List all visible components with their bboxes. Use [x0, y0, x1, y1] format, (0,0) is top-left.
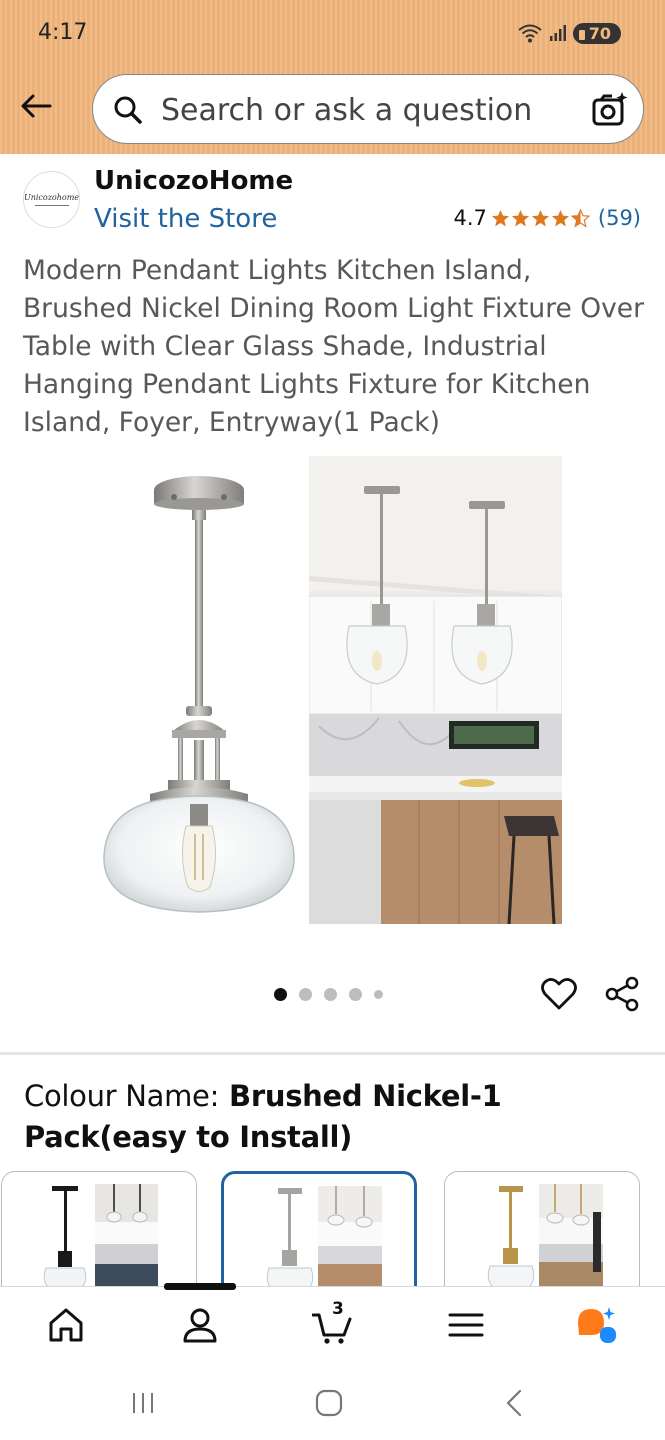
store-name[interactable]: UnicozoHome [94, 166, 293, 196]
battery-indicator: 70 [572, 22, 621, 44]
colour-swatch-black[interactable] [1, 1171, 197, 1287]
visit-store-link[interactable]: Visit the Store [94, 204, 277, 234]
store-logo-text: Unicozohome [23, 193, 80, 202]
app-header: 4:17 70 Search or ask a question [0, 0, 665, 154]
image-carousel-indicator[interactable] [274, 988, 383, 1001]
share-icon[interactable] [604, 976, 640, 1012]
colour-swatch-brushed-nickel[interactable] [221, 1171, 417, 1287]
rufus-ai-icon[interactable] [576, 1305, 616, 1345]
colour-variation-heading: Colour Name: Brushed Nickel-1 Pack(easy t… [24, 1076, 649, 1158]
search-bar[interactable]: Search or ask a question [92, 74, 644, 144]
back-arrow-icon[interactable] [18, 88, 54, 124]
section-divider [0, 1052, 665, 1055]
star-icon [551, 209, 569, 226]
home-icon[interactable] [46, 1305, 86, 1345]
half-star-icon [570, 208, 590, 228]
rating-count[interactable]: (59) [598, 206, 641, 230]
carousel-dot-active[interactable] [274, 988, 287, 1001]
star-icon [491, 209, 509, 226]
cart-count-badge: 3 [332, 1299, 344, 1319]
colour-label: Colour Name: [24, 1079, 220, 1113]
swatch-image-brass [487, 1184, 603, 1287]
product-title: Modern Pendant Lights Kitchen Island, Br… [23, 255, 645, 438]
system-navigation-bar [0, 1366, 665, 1440]
bottom-navigation [0, 1283, 665, 1366]
menu-icon[interactable] [446, 1305, 486, 1345]
account-icon[interactable] [180, 1305, 220, 1345]
carousel-dot[interactable] [349, 988, 362, 1001]
rating-value: 4.7 [453, 206, 487, 230]
carousel-dot[interactable] [299, 988, 312, 1001]
active-tab-indicator [164, 1283, 236, 1290]
search-input[interactable]: Search or ask a question [161, 93, 532, 128]
swatch-image-brushed-nickel [266, 1186, 382, 1287]
star-icon [511, 209, 529, 226]
product-image-kitchen-scene[interactable] [309, 456, 562, 924]
heart-icon[interactable] [541, 977, 577, 1011]
store-logo-divider [34, 205, 69, 206]
signal-icon [549, 25, 566, 41]
rating-summary[interactable]: 4.7 (59) [453, 206, 641, 230]
status-icons: 70 [517, 22, 621, 44]
search-icon [114, 96, 142, 124]
camera-search-icon[interactable] [591, 91, 629, 129]
carousel-dot[interactable] [324, 988, 337, 1001]
system-back-icon[interactable] [500, 1388, 530, 1418]
colour-swatch-list [0, 1171, 665, 1287]
carousel-dot[interactable] [374, 990, 383, 999]
product-image-pendant[interactable] [98, 462, 300, 918]
star-icon [531, 209, 549, 226]
recent-apps-icon[interactable] [128, 1388, 158, 1418]
swatch-image-black [43, 1184, 158, 1287]
home-button-icon[interactable] [314, 1388, 344, 1418]
store-logo[interactable]: Unicozohome [23, 171, 80, 228]
status-time: 4:17 [38, 20, 88, 45]
star-rating [491, 208, 590, 228]
wifi-icon [518, 24, 542, 43]
colour-swatch-brass[interactable] [444, 1171, 640, 1287]
